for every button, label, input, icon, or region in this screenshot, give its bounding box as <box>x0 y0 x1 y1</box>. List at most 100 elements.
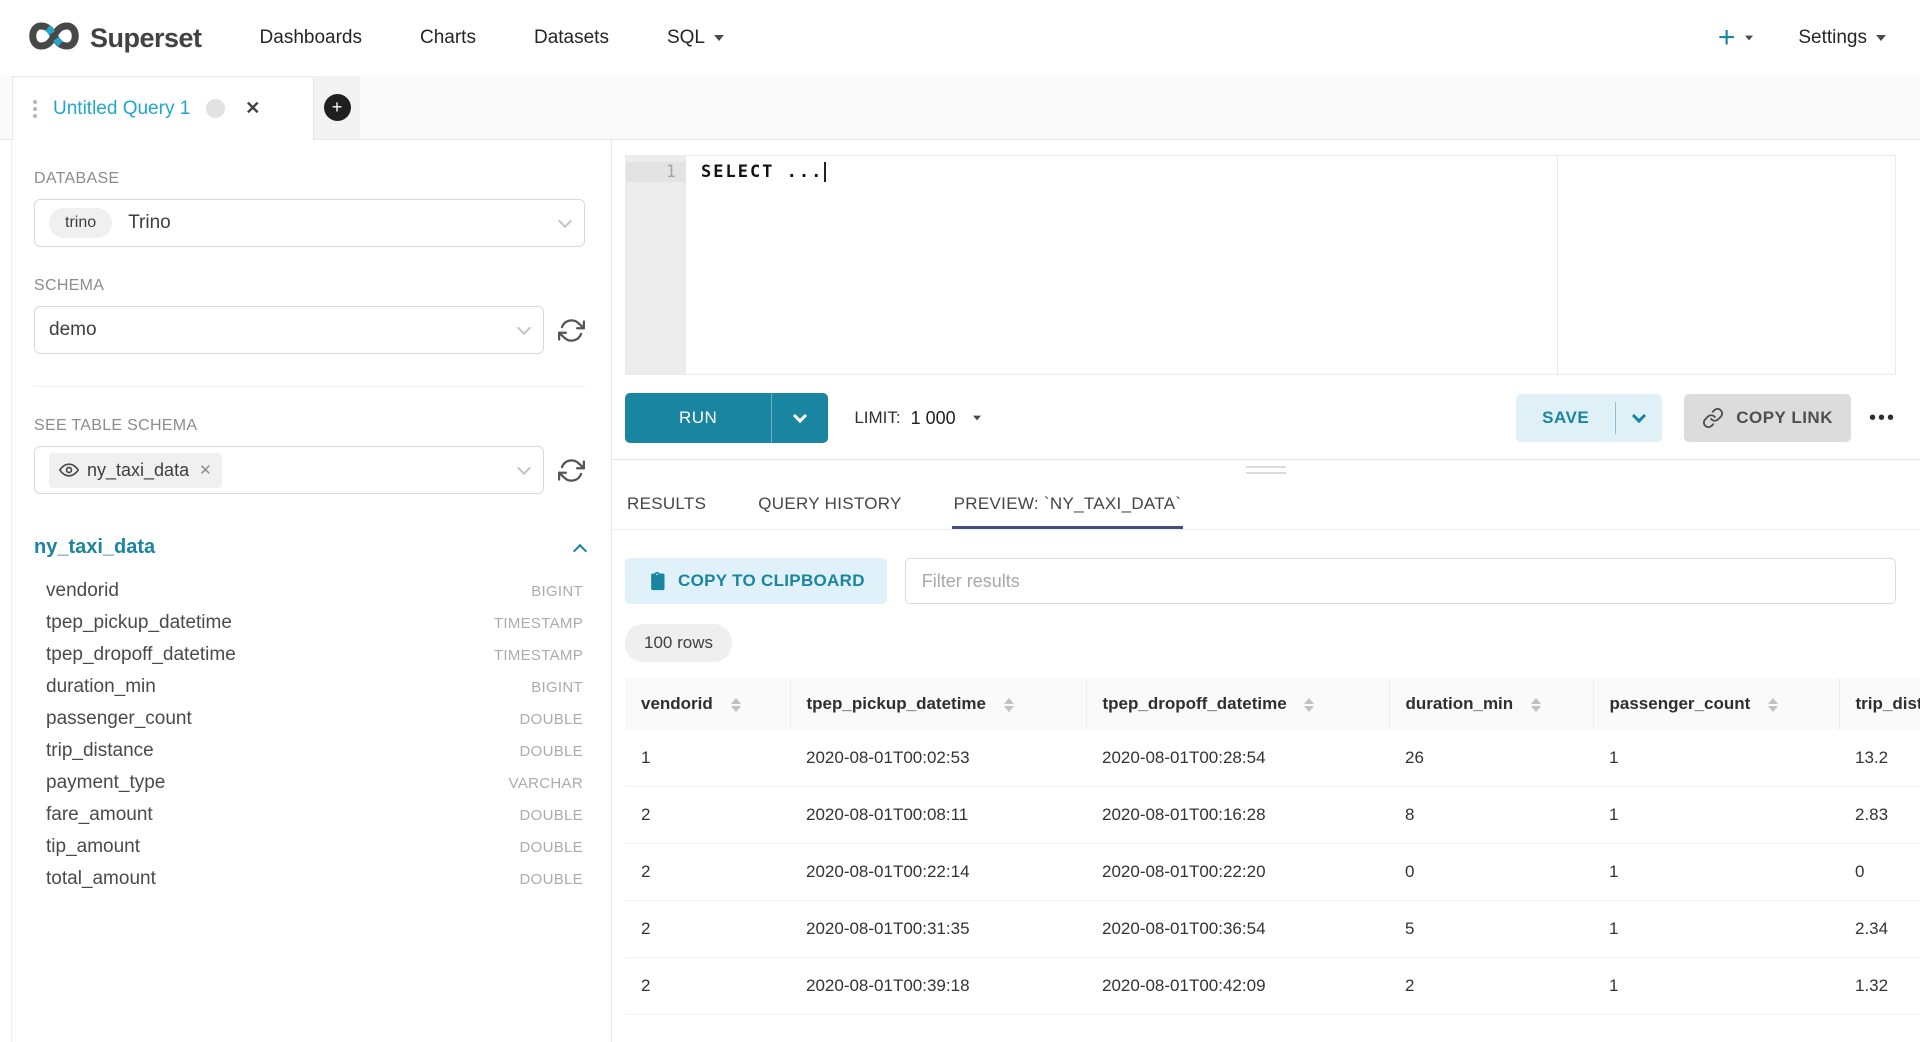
limit-dropdown[interactable]: LIMIT: 1 000 <box>854 408 981 429</box>
nav-item-charts[interactable]: Charts <box>420 27 476 49</box>
drag-handle-icon[interactable] <box>33 100 37 104</box>
table-row[interactable]: 2 2020-08-01T00:39:18 2020-08-01T00:42:0… <box>625 958 1920 1015</box>
remove-table-icon[interactable]: ✕ <box>199 461 212 479</box>
refresh-schema-button[interactable] <box>558 317 585 344</box>
results-body: 1 2020-08-01T00:02:53 2020-08-01T00:28:5… <box>625 730 1920 1015</box>
table-row[interactable]: 1 2020-08-01T00:02:53 2020-08-01T00:28:5… <box>625 730 1920 787</box>
tab-results[interactable]: RESULTS <box>625 482 708 529</box>
unsaved-state-dot-icon <box>206 99 225 118</box>
chevron-down-icon <box>1745 36 1753 41</box>
sql-editor[interactable]: 1 SELECT ... <box>625 155 1896 375</box>
run-button[interactable]: RUN <box>625 393 771 443</box>
cell-pickup-datetime: 2020-08-01T00:02:53 <box>790 730 1086 787</box>
eye-icon <box>59 460 79 480</box>
cell-pickup-datetime: 2020-08-01T00:22:14 <box>790 844 1086 901</box>
editor-code-area[interactable]: SELECT ... <box>686 156 1895 374</box>
refresh-icon <box>558 317 585 344</box>
tab-query-history[interactable]: QUERY HISTORY <box>756 482 903 529</box>
save-button[interactable]: SAVE <box>1516 394 1615 442</box>
cell-vendorid: 1 <box>625 730 790 787</box>
refresh-tables-button[interactable] <box>558 457 585 484</box>
column-name: tpep_dropoff_datetime <box>46 644 236 666</box>
run-options-button[interactable] <box>772 393 828 443</box>
chevron-down-icon <box>714 35 724 41</box>
cell-dropoff-datetime: 2020-08-01T00:28:54 <box>1086 730 1389 787</box>
sort-icon[interactable] <box>731 698 741 712</box>
nav-item-sql[interactable]: SQL <box>667 27 724 49</box>
cell-passenger-count: 1 <box>1593 958 1839 1015</box>
cell-vendorid: 2 <box>625 901 790 958</box>
settings-menu[interactable]: Settings <box>1798 27 1886 49</box>
sort-icon[interactable] <box>1004 698 1014 712</box>
add-query-tab-button[interactable]: + <box>314 76 360 139</box>
chevron-down-icon <box>793 408 807 422</box>
tab-untitled-query[interactable]: Untitled Query 1 ✕ <box>12 76 314 140</box>
cell-passenger-count: 1 <box>1593 901 1839 958</box>
table-row[interactable]: 2 2020-08-01T00:31:35 2020-08-01T00:36:5… <box>625 901 1920 958</box>
tab-preview-ny-taxi-data[interactable]: PREVIEW: `NY_TAXI_DATA` <box>952 482 1184 529</box>
text-cursor <box>824 162 826 182</box>
cell-passenger-count: 1 <box>1593 787 1839 844</box>
table-row[interactable]: 2 2020-08-01T00:08:11 2020-08-01T00:16:2… <box>625 787 1920 844</box>
cell-vendorid: 2 <box>625 958 790 1015</box>
column-header[interactable]: passenger_count <box>1593 678 1839 730</box>
run-button-group: RUN <box>625 393 828 443</box>
table-tag-name: ny_taxi_data <box>87 460 189 481</box>
cell-dropoff-datetime: 2020-08-01T00:22:20 <box>1086 844 1389 901</box>
column-header[interactable]: tpep_pickup_datetime <box>790 678 1086 730</box>
column-type: DOUBLE <box>520 807 584 824</box>
cell-duration-min: 5 <box>1389 901 1593 958</box>
column-type: DOUBLE <box>520 743 584 760</box>
copy-to-clipboard-button[interactable]: COPY TO CLIPBOARD <box>625 558 887 604</box>
cell-trip-distance: 13.2 <box>1839 730 1920 787</box>
row-count-badge: 100 rows <box>625 624 732 662</box>
column-header[interactable]: vendorid <box>625 678 790 730</box>
table-schema-select[interactable]: ny_taxi_data ✕ <box>34 446 544 494</box>
copy-link-button[interactable]: COPY LINK <box>1684 394 1851 442</box>
column-header[interactable]: duration_min <box>1389 678 1593 730</box>
nav-item-sql-label: SQL <box>667 27 705 49</box>
column-header-label: tpep_dropoff_datetime <box>1103 694 1287 713</box>
refresh-icon <box>558 457 585 484</box>
column-header-label: tpep_pickup_datetime <box>807 694 987 713</box>
cell-trip-distance: 2.83 <box>1839 787 1920 844</box>
column-name: vendorid <box>46 580 119 602</box>
column-header[interactable]: tpep_dropoff_datetime <box>1086 678 1389 730</box>
sort-icon[interactable] <box>1768 698 1778 712</box>
column-header[interactable]: trip_distance <box>1839 678 1920 730</box>
sort-icon[interactable] <box>1304 698 1314 712</box>
chevron-down-icon <box>517 321 531 335</box>
sort-icon[interactable] <box>1531 698 1541 712</box>
close-tab-icon[interactable]: ✕ <box>245 98 260 119</box>
save-options-button[interactable] <box>1616 394 1662 442</box>
results-table: vendorid tpep_pickup_datetime tpep_dropo… <box>625 678 1920 1015</box>
settings-label: Settings <box>1798 27 1867 49</box>
chevron-down-icon <box>517 461 531 475</box>
cell-trip-distance: 1.32 <box>1839 958 1920 1015</box>
superset-brand[interactable]: Superset <box>28 21 202 56</box>
column-type: DOUBLE <box>520 839 584 856</box>
database-engine-tag: trino <box>49 208 112 238</box>
table-column-row: total_amount DOUBLE <box>34 863 585 895</box>
filter-results-input[interactable] <box>905 558 1896 604</box>
table-schema-header[interactable]: ny_taxi_data <box>34 536 585 559</box>
database-label: DATABASE <box>34 170 585 188</box>
table-row[interactable]: 2 2020-08-01T00:22:14 2020-08-01T00:22:2… <box>625 844 1920 901</box>
sql-lab-main: DATABASE trino Trino SCHEMA demo SEE TAB <box>0 140 1920 1042</box>
column-name: total_amount <box>46 868 156 890</box>
more-options-button[interactable]: ••• <box>1869 407 1896 430</box>
pane-resize-handle[interactable] <box>1246 466 1286 474</box>
table-column-row: trip_distance DOUBLE <box>34 735 585 767</box>
nav-item-datasets[interactable]: Datasets <box>534 27 609 49</box>
schema-select[interactable]: demo <box>34 306 544 354</box>
database-select[interactable]: trino Trino <box>34 199 585 247</box>
results-grid-wrap: vendorid tpep_pickup_datetime tpep_dropo… <box>625 678 1920 1015</box>
limit-label: LIMIT: <box>854 408 900 428</box>
clipboard-icon <box>647 571 667 591</box>
nav-item-dashboards[interactable]: Dashboards <box>260 27 362 49</box>
nav-right-group: + Settings <box>1718 23 1886 53</box>
table-tag: ny_taxi_data ✕ <box>49 453 222 488</box>
print-margin-line <box>1557 156 1558 374</box>
new-item-menu[interactable]: + <box>1718 23 1755 53</box>
editor-toolbar: RUN LIMIT: 1 000 SAVE <box>625 393 1896 459</box>
